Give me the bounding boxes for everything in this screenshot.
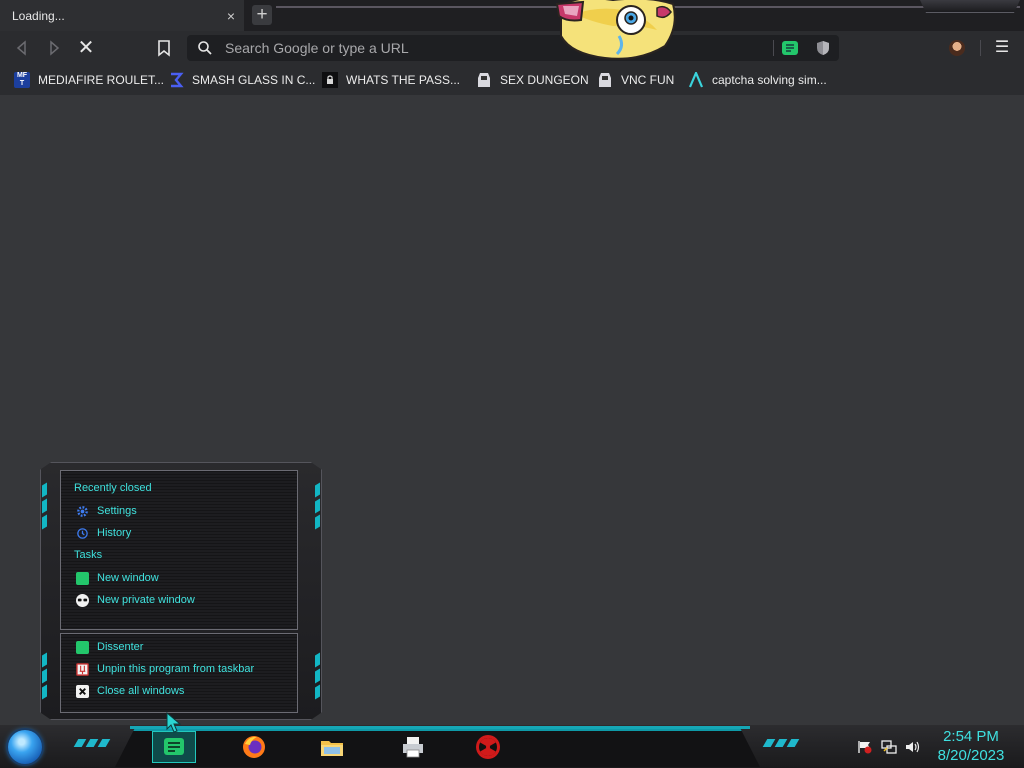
- folder-icon: [321, 741, 343, 756]
- gear-icon: [77, 505, 88, 517]
- forward-arrow-icon[interactable]: [44, 38, 64, 58]
- jump-item-unpin[interactable]: Unpin this program from taskbar: [76, 661, 254, 677]
- mediafire-icon: MF T: [14, 72, 30, 88]
- desktop-screen: Loading... × + ✕ Search Google or type a…: [0, 0, 1024, 768]
- bookmark-item[interactable]: SEX DUNGEON: [476, 71, 589, 89]
- taskbar-jump-list: Recently closed Settings History Tasks N…: [40, 462, 322, 720]
- taskbar-topline: [130, 726, 750, 729]
- tab-title: Loading...: [12, 8, 65, 23]
- stop-loading-icon[interactable]: ✕: [76, 38, 96, 58]
- jump-item-dissenter[interactable]: Dissenter: [76, 639, 143, 655]
- bookmark-label: VNC FUN: [621, 73, 675, 87]
- bookmarks-bar: MF T MEDIAFIRE ROULET... SMASH GLASS IN C…: [0, 65, 1024, 95]
- browser-toolbar: ✕ ☰: [0, 31, 1024, 65]
- jump-item-settings[interactable]: Settings: [76, 503, 137, 519]
- bookmark-item[interactable]: WHATS THE PASS...: [322, 71, 460, 89]
- network-icon[interactable]: [881, 740, 897, 754]
- dissenter-icon[interactable]: [782, 41, 798, 55]
- taskbar-app-dissenter[interactable]: [152, 731, 196, 763]
- bookmark-label: WHATS THE PASS...: [346, 73, 461, 87]
- taskbar-app-explorer[interactable]: [310, 731, 354, 763]
- bookmark-label: SEX DUNGEON: [500, 73, 589, 87]
- bookmark-label: SMASH GLASS IN C...: [192, 73, 316, 87]
- jump-item-label: New window: [97, 572, 159, 584]
- back-arrow-icon[interactable]: [12, 38, 32, 58]
- private-mask-icon: [76, 593, 89, 607]
- radiation-icon: [476, 735, 500, 759]
- jump-item-close-all[interactable]: Close all windows: [76, 683, 184, 699]
- address-bar[interactable]: [187, 35, 839, 61]
- bookmark-item[interactable]: captcha solving sim...: [688, 71, 827, 89]
- printer-icon: [403, 737, 423, 758]
- jump-item-new-private-window[interactable]: New private window: [76, 592, 195, 608]
- mouse-cursor-icon: [166, 712, 182, 733]
- bookmark-icon[interactable]: [154, 38, 174, 58]
- search-input[interactable]: [225, 40, 765, 56]
- taskbar-accent: [73, 739, 87, 747]
- arcade-machine-icon: [599, 73, 611, 87]
- taskbar-app-firefox[interactable]: [232, 731, 276, 763]
- jump-item-label: Close all windows: [97, 685, 185, 697]
- clock-date: 8/20/2023: [937, 747, 1005, 764]
- volume-icon[interactable]: [905, 740, 921, 754]
- taskbar-accent: [786, 739, 800, 747]
- blue-sigma-icon: [171, 72, 184, 88]
- start-orb-icon[interactable]: [8, 730, 42, 764]
- new-tab-button[interactable]: +: [252, 5, 272, 25]
- taskbar-track: [115, 729, 760, 767]
- cartoon-mascot-image: [555, 0, 676, 60]
- dissenter-icon: [76, 571, 89, 585]
- toolbar-divider: [980, 40, 981, 56]
- taskbar-accent: [774, 739, 788, 747]
- jump-item-label: Settings: [97, 505, 137, 517]
- jump-item-label: New private window: [97, 594, 195, 606]
- tab-strip: Loading... × +: [0, 0, 1024, 31]
- tab-close-icon[interactable]: ×: [220, 8, 242, 24]
- bookmark-item[interactable]: MF T MEDIAFIRE ROULET...: [14, 71, 164, 89]
- bookmark-item[interactable]: VNC FUN: [597, 71, 674, 89]
- flag-icon[interactable]: [857, 740, 873, 754]
- profile-avatar[interactable]: [949, 40, 965, 56]
- arcade-machine-icon: [478, 73, 490, 87]
- taskbar-accent: [762, 739, 776, 747]
- bookmark-item[interactable]: SMASH GLASS IN C...: [168, 71, 315, 89]
- omnibox-divider: [773, 40, 774, 56]
- taskbar-clock[interactable]: 2:54 PM 8/20/2023: [930, 727, 1012, 765]
- bookmark-label: MEDIAFIRE ROULET...: [38, 73, 165, 87]
- teal-chevron-icon: [688, 72, 704, 88]
- jump-item-new-window[interactable]: New window: [76, 570, 159, 586]
- shield-icon[interactable]: [816, 40, 830, 56]
- clock-time: 2:54 PM: [943, 728, 999, 745]
- jump-list-lower-panel: Dissenter Unpin this program from taskba…: [60, 633, 298, 713]
- firefox-icon: [243, 736, 265, 758]
- close-x-icon: [76, 684, 89, 698]
- taskbar-app-radiation[interactable]: [466, 731, 510, 763]
- taskbar-app-printer[interactable]: [391, 731, 435, 763]
- taskbar-accent: [85, 739, 99, 747]
- dissenter-icon: [164, 738, 184, 755]
- search-icon: [198, 41, 212, 55]
- history-clock-icon: [77, 527, 88, 539]
- menu-icon[interactable]: ☰: [992, 38, 1012, 58]
- browser-tab[interactable]: Loading... ×: [0, 0, 244, 31]
- recently-closed-heading: Recently closed: [74, 482, 152, 494]
- jump-item-label: History: [97, 527, 132, 539]
- unpin-icon: [76, 662, 89, 676]
- jump-item-label: Unpin this program from taskbar: [97, 663, 255, 675]
- jump-item-label: Dissenter: [97, 641, 144, 653]
- jump-item-history[interactable]: History: [76, 525, 131, 541]
- taskbar-accent: [97, 739, 111, 747]
- window-corner-decoration: [920, 0, 1020, 13]
- tasks-heading: Tasks: [74, 549, 103, 561]
- jump-list-upper-panel: Recently closed Settings History Tasks N…: [60, 470, 298, 630]
- bookmark-label: captcha solving sim...: [712, 73, 827, 87]
- lock-icon: [322, 72, 338, 88]
- dissenter-icon: [76, 640, 89, 654]
